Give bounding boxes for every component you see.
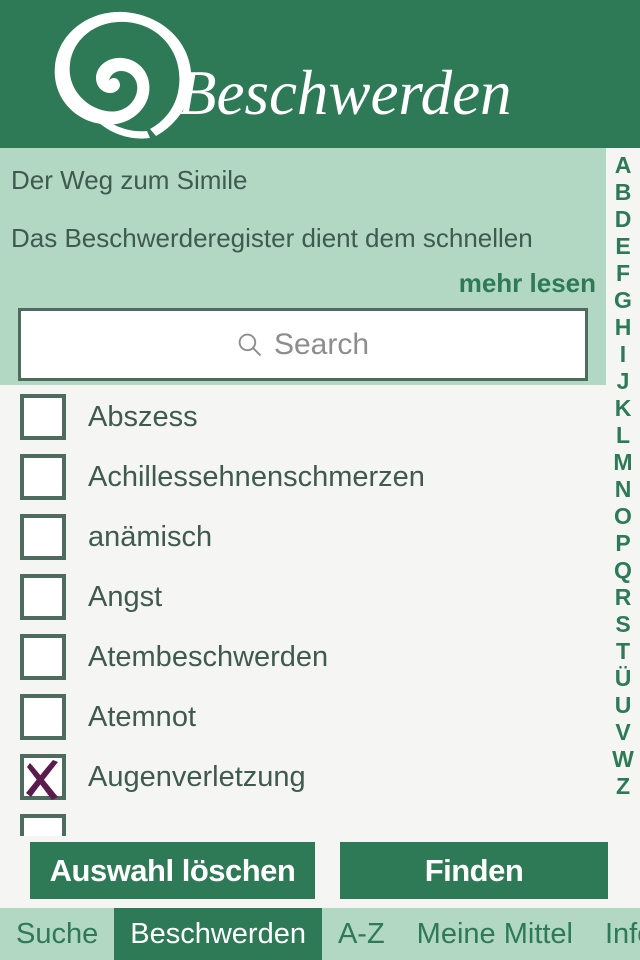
checkbox-unchecked[interactable] (20, 574, 66, 620)
alpha-index-k[interactable]: K (615, 395, 632, 422)
list-item[interactable] (0, 807, 606, 836)
alpha-index-r[interactable]: R (615, 584, 632, 611)
list-item[interactable]: Achillessehnenschmerzen (0, 447, 606, 507)
tab-meine-mittel[interactable]: Meine Mittel (401, 908, 589, 960)
alpha-index-t[interactable]: T (616, 638, 630, 665)
intro-title: Der Weg zum Simile (11, 165, 248, 195)
alpha-index-a[interactable]: A (615, 152, 632, 179)
checkbox-unchecked[interactable] (20, 514, 66, 560)
spiral-logo (54, 11, 192, 139)
list-item-label: anämisch (88, 520, 213, 553)
tab-a-z[interactable]: A-Z (322, 908, 401, 960)
alpha-index-n[interactable]: N (615, 476, 632, 503)
alpha-index-w[interactable]: W (612, 746, 634, 773)
alpha-index-b[interactable]: B (615, 179, 632, 206)
clear-selection-button[interactable]: Auswahl löschen (30, 842, 315, 899)
list-item[interactable]: Angst (0, 567, 606, 627)
search-field[interactable]: Search (18, 308, 588, 381)
list-item-label: Abszess (88, 400, 198, 433)
alpha-index-p[interactable]: P (615, 530, 630, 557)
list-item[interactable]: anämisch (0, 507, 606, 567)
find-button[interactable]: Finden (340, 842, 608, 899)
alpha-index-ü[interactable]: Ü (615, 665, 632, 692)
app-title: Beschwerden (178, 58, 512, 128)
check-x-icon (26, 760, 58, 800)
list-item[interactable]: Abszess (0, 387, 606, 447)
alpha-index-v[interactable]: V (615, 719, 630, 746)
alpha-index-g[interactable]: G (614, 287, 632, 314)
list-item-label: Augenverletzung (88, 760, 306, 793)
alpha-index-z[interactable]: Z (616, 773, 630, 800)
alpha-index-j[interactable]: J (617, 368, 630, 395)
checkbox-unchecked[interactable] (20, 694, 66, 740)
tab-beschwerden[interactable]: Beschwerden (114, 908, 322, 960)
alpha-index-f[interactable]: F (616, 260, 630, 287)
search-icon (238, 333, 261, 356)
checkbox-unchecked[interactable] (20, 814, 66, 836)
alpha-index-h[interactable]: H (615, 314, 632, 341)
more-link[interactable]: mehr lesen (459, 268, 596, 299)
alpha-index-q[interactable]: Q (614, 557, 632, 584)
alphabet-index[interactable]: ABDEFGHIJKLMNOPQRSTÜUVWZ (606, 148, 640, 836)
alpha-index-e[interactable]: E (615, 233, 630, 260)
search-placeholder-group: Search (237, 328, 369, 362)
checkbox-unchecked[interactable] (20, 454, 66, 500)
list-item-label: Atembeschwerden (88, 640, 329, 673)
list-item[interactable]: Augenverletzung (0, 747, 606, 807)
tab-bar: SucheBeschwerdenA-ZMeine MittelInfo (0, 908, 640, 960)
alpha-index-s[interactable]: S (615, 611, 630, 638)
action-bar: Auswahl löschen Finden (0, 838, 640, 906)
checkbox-checked[interactable] (20, 754, 66, 800)
alpha-index-m[interactable]: M (613, 449, 632, 476)
list-item[interactable]: Atembeschwerden (0, 627, 606, 687)
complaint-list[interactable]: Abszess Achillessehnenschmerzen anämisch An… (0, 387, 606, 836)
list-item[interactable]: Atemnot (0, 687, 606, 747)
tab-suche[interactable]: Suche (0, 908, 114, 960)
alpha-index-d[interactable]: D (615, 206, 632, 233)
list-item-label: Achillessehnenschmerzen (88, 460, 425, 493)
checkbox-unchecked[interactable] (20, 634, 66, 680)
alpha-index-i[interactable]: I (620, 341, 626, 368)
intro-panel: Der Weg zum Simile Das Beschwerderegiste… (0, 148, 606, 385)
checkbox-unchecked[interactable] (20, 394, 66, 440)
alpha-index-o[interactable]: O (614, 503, 632, 530)
app-root: Beschwerden Der Weg zum Simile Das Besch… (0, 0, 640, 960)
tab-info[interactable]: Info (589, 908, 640, 960)
search-placeholder-text: Search (273, 327, 370, 361)
alpha-index-u[interactable]: U (615, 692, 632, 719)
app-header: Beschwerden (0, 0, 640, 148)
alpha-index-l[interactable]: L (616, 422, 630, 449)
intro-body: Das Beschwerderegister dient dem schnell… (11, 223, 533, 253)
list-item-label: Angst (88, 580, 163, 613)
list-item-label: Atemnot (88, 700, 196, 733)
